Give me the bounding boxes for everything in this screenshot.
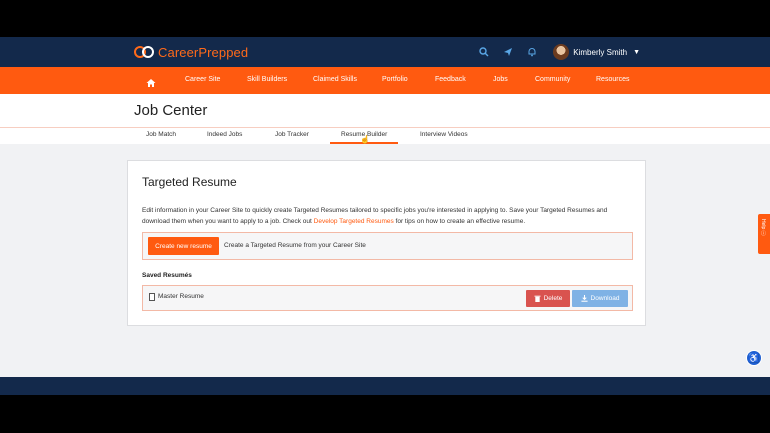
help-tab-label: Help ⓘ [760,219,766,236]
tab-job-match[interactable]: Job Match [146,131,176,138]
logo-mark-icon [134,46,154,58]
mouse-cursor-icon: ☝ [360,135,370,144]
bell-icon[interactable] [523,43,541,61]
user-name[interactable]: Kimberly Smith [573,48,627,57]
main-nav: Career Site Skill Builders Claimed Skill… [0,67,770,94]
tab-job-tracker[interactable]: Job Tracker [275,131,309,138]
card-description: Edit information in your Career Site to … [142,205,636,227]
targeted-resume-card: Targeted Resume Edit information in your… [127,160,646,326]
nav-skill-builders[interactable]: Skill Builders [247,76,287,83]
search-icon[interactable] [475,43,493,61]
top-actions: Kimberly Smith ▼ [475,37,770,67]
delete-button[interactable]: Delete [526,290,570,307]
nav-jobs[interactable]: Jobs [493,76,508,83]
brand-logo[interactable]: CareerPrepped [134,44,248,60]
document-icon [149,293,155,301]
nav-portfolio[interactable]: Portfolio [382,76,408,83]
download-label: Download [590,295,620,302]
nav-feedback[interactable]: Feedback [435,76,466,83]
nav-claimed-skills[interactable]: Claimed Skills [313,76,357,83]
download-button[interactable]: Download [572,290,628,307]
trash-icon [534,295,541,302]
tab-indeed-jobs[interactable]: Indeed Jobs [207,131,242,138]
top-bar: CareerPrepped Kimberly Smith ▼ [0,37,770,67]
page-title: Job Center [134,102,208,119]
nav-career-site[interactable]: Career Site [185,76,220,83]
send-icon[interactable] [499,43,517,61]
page-header: Job Center Job Match Indeed Jobs Job Tra… [0,94,770,144]
app-window: CareerPrepped Kimberly Smith ▼ Career Si… [0,37,770,395]
tab-interview-videos[interactable]: Interview Videos [420,131,468,138]
chevron-down-icon[interactable]: ▼ [633,49,640,56]
nav-resources[interactable]: Resources [596,76,629,83]
download-icon [580,295,588,302]
saved-resumes-heading: Saved Resumés [142,272,192,279]
card-title: Targeted Resume [142,175,237,189]
develop-targeted-resumes-link[interactable]: Develop Targeted Resumes [314,218,394,225]
avatar[interactable] [553,44,570,60]
list-item: Master Resume Delete Download [142,285,633,311]
create-resume-hint: Create a Targeted Resume from your Caree… [224,242,366,249]
create-resume-panel: Create new resume Create a Targeted Resu… [142,232,633,260]
footer [0,377,770,395]
description-text-end: for tips on how to create an effective r… [393,218,526,225]
brand-name: CareerPrepped [158,44,249,60]
nav-community[interactable]: Community [535,76,570,83]
home-icon[interactable] [146,75,156,87]
delete-label: Delete [543,295,563,302]
main-content: Targeted Resume Edit information in your… [0,144,770,377]
accessibility-icon[interactable]: ♿ [746,350,762,366]
tabs-divider [0,127,770,128]
help-side-tab[interactable]: Help ⓘ [758,214,770,254]
resume-name[interactable]: Master Resume [158,293,204,300]
create-new-resume-button[interactable]: Create new resume [148,237,219,255]
